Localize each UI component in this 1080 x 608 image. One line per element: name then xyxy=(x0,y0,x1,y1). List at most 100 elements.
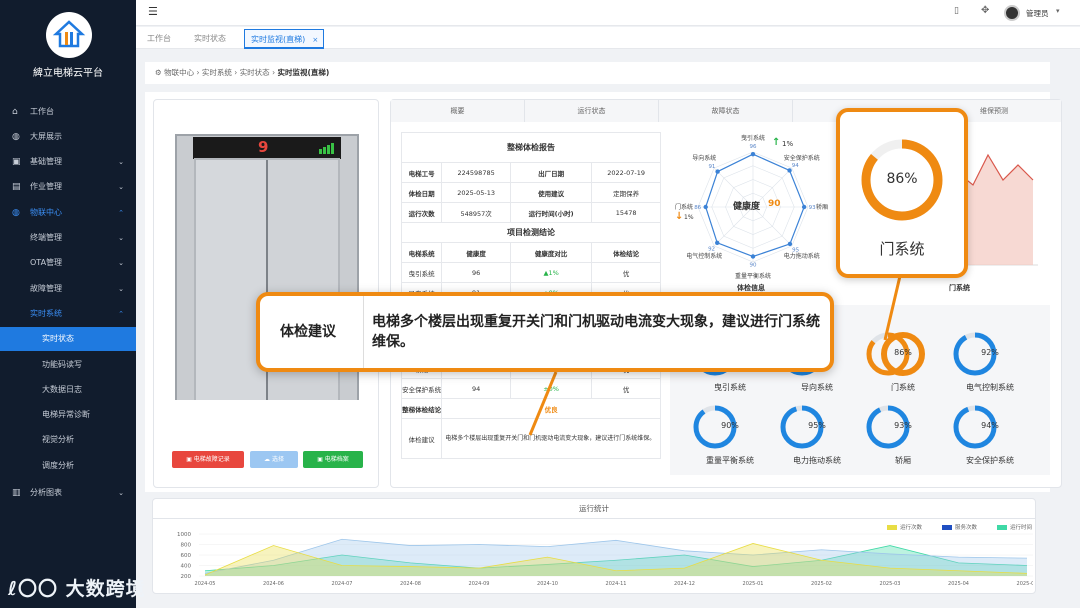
tab-run-status[interactable]: 运行状态 xyxy=(525,100,659,122)
radar-down-value: 1% xyxy=(684,214,694,221)
x-tick-label: 2025-02 xyxy=(811,581,832,587)
close-icon[interactable]: × xyxy=(312,30,318,50)
cell: 优 xyxy=(591,378,661,399)
radar-point xyxy=(715,169,720,174)
door-system-callout: 86% 门系统 xyxy=(836,108,968,278)
nav-label: 故障管理 xyxy=(30,284,62,293)
overall-value: 优良 xyxy=(441,398,661,419)
x-tick-label: 2024-11 xyxy=(606,581,627,587)
nav-label: OTA管理 xyxy=(30,258,63,267)
phone-icon[interactable]: ▯ xyxy=(954,6,959,16)
chart-icon: ▥ xyxy=(12,488,21,498)
ring-value: 90% xyxy=(721,421,739,430)
tab-workbench[interactable]: 工作台 xyxy=(141,29,177,49)
breadcrumb-current: 实时监视(直梯) xyxy=(277,68,330,77)
radar-axis-label: 重量平衡系统 xyxy=(735,272,771,280)
tab-label: 实时监视(直梯) xyxy=(251,35,306,44)
col-header: 电梯系统 xyxy=(400,242,443,263)
nav-ota-mgmt[interactable]: OTA管理 ⌄ xyxy=(0,251,136,275)
stats-title: 运行统计 xyxy=(153,499,1035,519)
radar-point xyxy=(787,168,792,173)
nav-fault-mgmt[interactable]: 故障管理 ⌄ xyxy=(0,277,136,301)
watermark-text: 大数跨境 xyxy=(65,578,146,600)
breadcrumb: ⚙ 物联中心 › 实时系统 › 实时状态 › 实时监视(直梯) xyxy=(145,62,1050,84)
info-value: 15478 xyxy=(591,202,661,223)
floor-indicator: 9 xyxy=(258,138,269,156)
y-tick-label: 800 xyxy=(181,543,192,549)
fault-record-button[interactable]: ▣ 电梯故障记录 xyxy=(172,451,244,468)
nav-label: 功能码读写 xyxy=(42,360,82,369)
menu-toggle-icon[interactable]: ☰ xyxy=(148,5,158,18)
radar-value: 90 xyxy=(750,263,757,269)
advice-callout: 体检建议 电梯多个楼层出现重复开关门和门机驱动电流变大现象，建议进行门系统维保。 xyxy=(256,292,834,372)
nav-realtime-system[interactable]: 实时系统 ⌃ xyxy=(0,302,136,326)
x-tick-label: 2024-05 xyxy=(195,581,216,587)
ring-label: 重量平衡系统 xyxy=(706,456,754,465)
breadcrumb-item[interactable]: 物联中心 xyxy=(164,68,194,77)
nav-bigdata-log[interactable]: 大数据日志 xyxy=(0,378,136,402)
nav-terminal-mgmt[interactable]: 终端管理 ⌄ xyxy=(0,226,136,250)
nav-analysis-charts[interactable]: ▥ 分析图表 ⌄ xyxy=(0,481,136,505)
health-radar-chart: 96曳引系统94安全保护系统93 轿厢95电力拖动系统90重量平衡系统92电气控制… xyxy=(675,134,828,280)
col-header: 体检结论 xyxy=(591,242,661,263)
nav-label: 分析图表 xyxy=(30,488,62,497)
nav-dispatch-analysis[interactable]: 调度分析 xyxy=(0,454,136,478)
radar-axis-label: 轿厢 xyxy=(816,203,828,211)
watermark-logo: ℓ〇〇 xyxy=(8,578,66,600)
table-row: 安全保护系统 94 ±0% 优 xyxy=(400,378,661,399)
nav-realtime-status[interactable]: 实时状态 xyxy=(0,327,136,351)
radar-value: 94 xyxy=(792,163,799,169)
col-header: 健康度对比 xyxy=(509,242,593,263)
chevron-down-icon: ⌄ xyxy=(118,183,124,191)
x-tick-label: 2024-12 xyxy=(674,581,695,587)
user-name[interactable]: 管理员 xyxy=(1026,8,1049,19)
nav-label: 大屏展示 xyxy=(30,132,62,141)
fullscreen-icon[interactable]: ✥ xyxy=(981,5,989,16)
nav-label: 基础管理 xyxy=(30,157,62,166)
elevator-archive-button[interactable]: ▣ 电梯档案 xyxy=(303,451,363,468)
radar-up-value: 1% xyxy=(782,140,794,148)
radar-point xyxy=(750,254,756,259)
caret-down-icon[interactable]: ▾ xyxy=(1056,7,1060,15)
chevron-down-icon: ⌄ xyxy=(118,158,124,166)
nav-vision-analysis[interactable]: 视觉分析 xyxy=(0,428,136,452)
x-tick-label: 2024-06 xyxy=(263,581,284,587)
nav-job-mgmt[interactable]: ▤ 作业管理 ⌄ xyxy=(0,175,136,199)
nav-iot-center[interactable]: ◍ 物联中心 ⌃ xyxy=(0,201,136,225)
info-value: 2022-07-19 xyxy=(591,162,661,183)
info-value: 定期保养 xyxy=(591,182,661,203)
nav-workbench[interactable]: ⌂ 工作台 xyxy=(0,100,136,124)
chevron-up-icon: ⌃ xyxy=(118,209,124,217)
info-label: 电梯工号 xyxy=(400,162,443,183)
breadcrumb-item[interactable]: 实时系统 xyxy=(202,68,232,77)
ring-label: 轿厢 xyxy=(895,456,911,465)
advice-text: 电梯多个楼层出现重复开关门和门机驱动电流变大现象，建议进行门系统维保。 xyxy=(441,418,661,459)
cell: ▲1% xyxy=(509,262,593,283)
chevron-down-icon: ⌄ xyxy=(118,259,124,267)
select-button[interactable]: ☁ 选择 xyxy=(250,451,298,468)
tab-overview[interactable]: 概要 xyxy=(391,100,525,122)
nav-elevator-diagnosis[interactable]: 电梯异常诊断 xyxy=(0,403,136,427)
tab-realtime-monitor[interactable]: 实时监视(直梯) × xyxy=(244,29,325,50)
tab-fault-status[interactable]: 故障状态 xyxy=(659,100,793,122)
ring-value: 93% xyxy=(894,421,912,430)
info-label: 体检日期 xyxy=(400,182,443,203)
cell: 96 xyxy=(441,262,511,283)
breadcrumb-item[interactable]: 实时状态 xyxy=(240,68,270,77)
gear-icon: ⚙ xyxy=(155,68,162,77)
x-tick-label: 2024-09 xyxy=(469,581,490,587)
cell: 曳引系统 xyxy=(400,262,443,283)
nav-label: 实时系统 xyxy=(30,309,62,318)
x-tick-label: 2025-05 xyxy=(1017,581,1033,587)
radar-center-label: 健康度 xyxy=(733,202,761,212)
nav-label: 实时状态 xyxy=(42,334,74,343)
avatar[interactable] xyxy=(1004,5,1020,21)
chevron-down-icon: ⌄ xyxy=(118,234,124,242)
callout-advice-text: 电梯多个楼层出现重复开关门和门机驱动电流变大现象，建议进行门系统维保。 xyxy=(372,314,820,350)
nav-big-screen[interactable]: ◍ 大屏展示 xyxy=(0,125,136,149)
tab-realtime-status[interactable]: 实时状态 xyxy=(188,29,232,49)
nav-basic-mgmt[interactable]: ▣ 基础管理 ⌄ xyxy=(0,150,136,174)
nav-function-code[interactable]: 功能码读写 xyxy=(0,353,136,377)
y-tick-label: 1000 xyxy=(177,532,191,538)
button-label: 选择 xyxy=(271,456,284,463)
